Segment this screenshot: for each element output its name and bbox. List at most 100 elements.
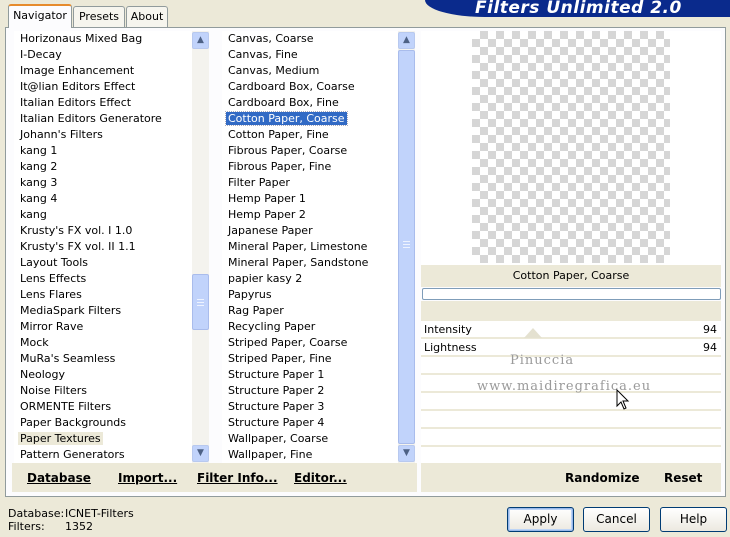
list-item-label: Lens Flares <box>20 288 82 301</box>
list-item[interactable]: Italian Editors Effect <box>14 95 192 111</box>
filter-info-button[interactable]: Filter Info... <box>197 471 278 485</box>
list-item[interactable]: MediaSpark Filters <box>14 303 192 319</box>
help-button[interactable]: Help <box>660 507 727 532</box>
param-empty-row[interactable] <box>421 429 721 447</box>
list-item[interactable]: Noise Filters <box>14 383 192 399</box>
list-item[interactable]: Structure Paper 2 <box>222 383 398 399</box>
list-item[interactable]: ORMENTE Filters <box>14 399 192 415</box>
list-item[interactable]: Johann's Filters <box>14 127 192 143</box>
list-item[interactable]: Cardboard Box, Coarse <box>222 79 398 95</box>
list-item[interactable]: Hemp Paper 1 <box>222 191 398 207</box>
list-item[interactable]: Paper Textures <box>14 431 192 447</box>
list-item[interactable]: Italian Editors Generatore <box>14 111 192 127</box>
list-item-label: Mock <box>20 336 49 349</box>
list-item-label: kang 2 <box>20 160 58 173</box>
list-item[interactable]: Mineral Paper, Limestone <box>222 239 398 255</box>
list-item[interactable]: I-Decay <box>14 47 192 63</box>
list-item[interactable]: Lens Flares <box>14 287 192 303</box>
slider-thumb[interactable] <box>524 328 542 338</box>
randomize-button[interactable]: Randomize <box>565 471 639 485</box>
tab-presets[interactable]: Presets <box>73 6 125 27</box>
list-item-label: Neology <box>20 368 66 381</box>
editor-button[interactable]: Editor... <box>294 471 347 485</box>
list-item[interactable]: Wallpaper, Coarse <box>222 431 398 447</box>
list-item[interactable]: Papyrus <box>222 287 398 303</box>
scroll-thumb[interactable] <box>398 50 415 444</box>
list-item-label: Italian Editors Generatore <box>20 112 162 125</box>
list-item-label: ORMENTE Filters <box>20 400 112 413</box>
list-item[interactable]: Paper Backgrounds <box>14 415 192 431</box>
list-item[interactable]: Striped Paper, Coarse <box>222 335 398 351</box>
list-item[interactable]: Cardboard Box, Fine <box>222 95 398 111</box>
filter-list[interactable]: Canvas, Coarse Canvas, Fine Canvas, Medium… <box>222 31 398 463</box>
list-item[interactable]: Cotton Paper, Fine <box>222 127 398 143</box>
list-item[interactable]: kang 1 <box>14 143 192 159</box>
list-item[interactable]: kang 3 <box>14 175 192 191</box>
list-item[interactable]: papier kasy 2 <box>222 271 398 287</box>
list-item[interactable]: Japanese Paper <box>222 223 398 239</box>
database-button[interactable]: Database <box>27 471 91 485</box>
param-empty-row[interactable] <box>421 393 721 411</box>
apply-button[interactable]: Apply <box>507 507 574 532</box>
filter-scrollbar[interactable]: ▲ ▼ <box>398 31 415 463</box>
reset-button[interactable]: Reset <box>664 471 702 485</box>
list-item[interactable]: It@lian Editors Effect <box>14 79 192 95</box>
list-item[interactable]: MuRa's Seamless <box>14 351 192 367</box>
scroll-up-button[interactable]: ▲ <box>398 32 415 49</box>
category-scrollbar[interactable]: ▲ ▼ <box>192 31 209 463</box>
list-item-label: It@lian Editors Effect <box>20 80 136 93</box>
cancel-button[interactable]: Cancel <box>583 507 650 532</box>
list-item-label: Japanese Paper <box>228 224 313 237</box>
list-item[interactable]: Image Enhancement <box>14 63 192 79</box>
param-empty-row[interactable] <box>421 447 721 463</box>
scroll-down-button[interactable]: ▼ <box>398 445 415 462</box>
list-item[interactable]: Mock <box>14 335 192 351</box>
list-item[interactable]: Fibrous Paper, Fine <box>222 159 398 175</box>
list-item[interactable]: kang 4 <box>14 191 192 207</box>
category-list[interactable]: Horizonaus Mixed Bag I-Decay Image Enhance… <box>14 31 192 463</box>
list-item[interactable]: Neology <box>14 367 192 383</box>
list-item[interactable]: Structure Paper 1 <box>222 367 398 383</box>
list-item[interactable]: Cotton Paper, Coarse <box>222 111 398 127</box>
list-item[interactable]: Lens Effects <box>14 271 192 287</box>
progress-bar <box>422 288 721 300</box>
scroll-down-button[interactable]: ▼ <box>192 445 209 462</box>
param-intensity[interactable]: Intensity 94 <box>421 321 721 339</box>
list-item[interactable]: Horizonaus Mixed Bag <box>14 31 192 47</box>
list-item[interactable]: Fibrous Paper, Coarse <box>222 143 398 159</box>
list-item[interactable]: Filter Paper <box>222 175 398 191</box>
tab-about[interactable]: About <box>126 6 168 27</box>
list-item-label: Striped Paper, Fine <box>228 352 332 365</box>
list-item[interactable]: Mirror Rave <box>14 319 192 335</box>
tab-navigator[interactable]: Navigator <box>8 4 72 28</box>
mouse-cursor-icon <box>616 389 630 410</box>
import-button[interactable]: Import... <box>118 471 177 485</box>
list-item[interactable]: Structure Paper 3 <box>222 399 398 415</box>
list-item-label: Fibrous Paper, Coarse <box>228 144 348 157</box>
list-item[interactable]: Rag Paper <box>222 303 398 319</box>
scroll-thumb[interactable] <box>192 274 209 330</box>
list-item-label: papier kasy 2 <box>228 272 303 285</box>
param-empty-row[interactable] <box>421 411 721 429</box>
list-item[interactable]: kang 2 <box>14 159 192 175</box>
list-item[interactable]: Krusty's FX vol. II 1.1 <box>14 239 192 255</box>
list-item-label: Canvas, Coarse <box>228 32 314 45</box>
list-item[interactable]: Structure Paper 4 <box>222 415 398 431</box>
list-item[interactable]: Recycling Paper <box>222 319 398 335</box>
list-item[interactable]: Pattern Generators <box>14 447 192 463</box>
list-item[interactable]: Canvas, Fine <box>222 47 398 63</box>
scroll-up-button[interactable]: ▲ <box>192 32 209 49</box>
list-item[interactable]: Wallpaper, Fine <box>222 447 398 463</box>
list-item-label: Pattern Generators <box>20 448 125 461</box>
list-item[interactable]: Striped Paper, Fine <box>222 351 398 367</box>
list-item[interactable]: Canvas, Medium <box>222 63 398 79</box>
list-item[interactable]: kang <box>14 207 192 223</box>
list-item[interactable]: Mineral Paper, Sandstone <box>222 255 398 271</box>
list-item[interactable]: Hemp Paper 2 <box>222 207 398 223</box>
list-item-label: Johann's Filters <box>20 128 103 141</box>
list-item[interactable]: Layout Tools <box>14 255 192 271</box>
list-item-label: Cardboard Box, Coarse <box>228 80 355 93</box>
list-item-label: Noise Filters <box>20 384 87 397</box>
list-item[interactable]: Krusty's FX vol. I 1.0 <box>14 223 192 239</box>
list-item[interactable]: Canvas, Coarse <box>222 31 398 47</box>
